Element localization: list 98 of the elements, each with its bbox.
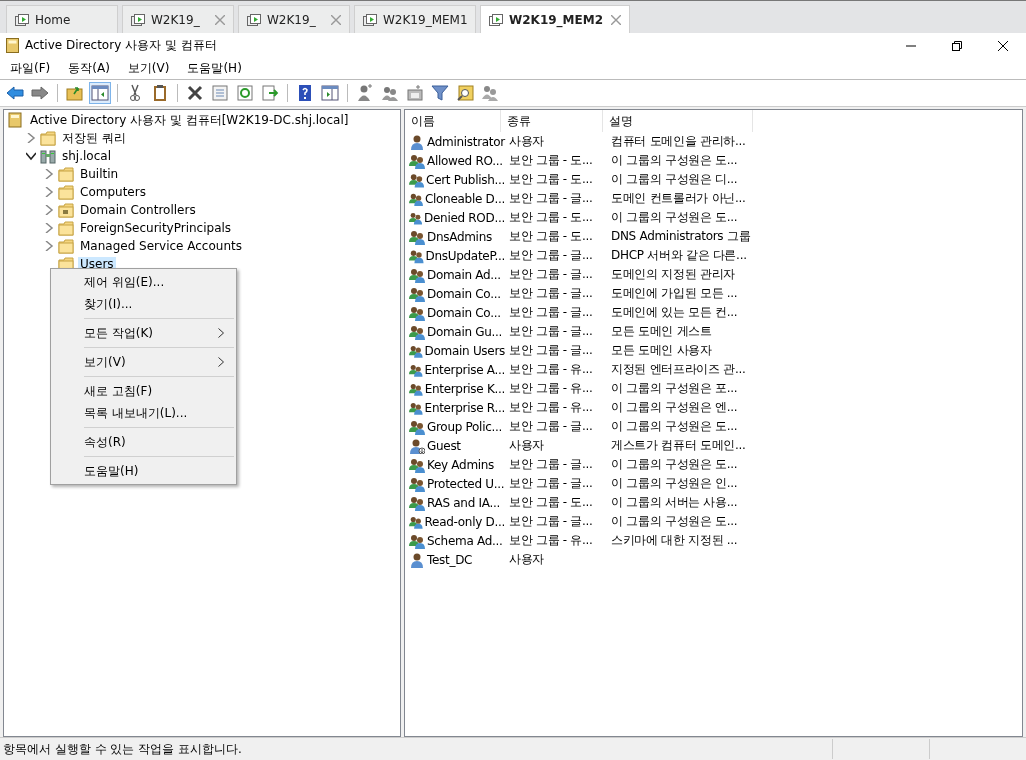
list-item[interactable]: Test_DC	[427, 552, 473, 567]
table-cell: 도메인에 가입된 모든 ...	[611, 285, 738, 302]
list-item[interactable]: Protected U...	[427, 476, 505, 491]
tree-item[interactable]: ForeignSecurityPrincipals	[78, 221, 234, 235]
table-cell: 보안 그룹 - 글...	[509, 342, 593, 359]
table-cell: 도메인 컨트롤러가 아닌...	[611, 190, 746, 207]
table-cell: 모든 도메인 사용자	[611, 342, 712, 359]
table-cell: 보안 그룹 - 글...	[509, 456, 593, 473]
table-cell: 이 그룹의 구성원은 포...	[611, 380, 738, 397]
menu-item[interactable]: 속성(R)	[53, 431, 234, 453]
list-item[interactable]: DnsAdmins	[427, 229, 492, 244]
table-cell: 이 그룹의 구성원은 디...	[611, 171, 738, 188]
table-cell: 사용자	[509, 551, 545, 568]
menu-item[interactable]: 보기(V)	[53, 351, 234, 373]
column-header[interactable]: 설명	[603, 110, 753, 132]
table-cell: 보안 그룹 - 글...	[509, 266, 593, 283]
table-cell: 보안 그룹 - 글...	[509, 418, 593, 435]
table-cell: 도메인에 있는 모든 컨...	[611, 304, 738, 321]
list-item[interactable]: Guest	[427, 438, 461, 453]
window-title: Active Directory 사용자 및 컴퓨터	[25, 37, 218, 54]
table-cell: 모든 도메인 게스트	[611, 323, 712, 340]
table-cell: 이 그룹의 구성원은 엔...	[611, 399, 738, 416]
table-cell: 보안 그룹 - 글...	[509, 247, 593, 264]
table-cell: 게스트가 컴퓨터 도메인...	[611, 437, 746, 454]
menu-item[interactable]: 모든 작업(K)	[53, 322, 234, 344]
table-cell: 보안 그룹 - 글...	[509, 285, 593, 302]
menu-item[interactable]: 도움말(H)	[187, 60, 242, 77]
list-item[interactable]: Domain Co...	[427, 305, 501, 320]
list-item[interactable]: Group Polic...	[427, 419, 502, 434]
menu-item[interactable]: 동작(A)	[68, 60, 110, 77]
column-header[interactable]: 이름	[405, 110, 501, 132]
table-cell: 보안 그룹 - 글...	[509, 190, 593, 207]
table-cell: 보안 그룹 - 글...	[509, 323, 593, 340]
browser-tab[interactable]: W2K19_	[238, 5, 350, 33]
list-item[interactable]: Denied ROD...	[424, 210, 505, 225]
table-cell: 보안 그룹 - 도...	[509, 209, 593, 226]
list-item[interactable]: Cloneable D...	[424, 191, 505, 206]
list-item[interactable]: Administrator	[427, 134, 505, 149]
table-cell: DHCP 서버와 같은 다른...	[611, 247, 747, 264]
menu-item[interactable]: 보기(V)	[127, 60, 170, 77]
list-item[interactable]: Domain Gu...	[427, 324, 503, 339]
list-item[interactable]: Domain Ad...	[427, 267, 501, 282]
list-item[interactable]: Read-only D...	[424, 514, 505, 529]
table-cell: 이 그룹의 구성원은 도...	[611, 456, 738, 473]
list-item[interactable]: Domain Co...	[427, 286, 501, 301]
tree-item[interactable]: shj.local	[60, 149, 113, 163]
tree-item[interactable]: Builtin	[78, 167, 121, 181]
list-item[interactable]: Enterprise R...	[424, 400, 505, 415]
list-item[interactable]: DnsUpdateP...	[425, 248, 505, 263]
table-cell: 컴퓨터 도메인을 관리하...	[611, 133, 746, 150]
tree-item[interactable]: Active Directory 사용자 및 컴퓨터[W2K19-DC.shj.local]	[28, 111, 351, 129]
table-cell: 보안 그룹 - 유...	[509, 532, 593, 549]
table-cell: 도메인의 지정된 관리자	[611, 266, 736, 283]
table-cell: 사용자	[509, 437, 545, 454]
list-item[interactable]: Schema Ad...	[427, 533, 503, 548]
browser-tab[interactable]: Home	[6, 5, 118, 33]
table-cell: 보안 그룹 - 유...	[509, 380, 593, 397]
tree-item[interactable]: 저장된 쿼리	[60, 129, 128, 147]
table-cell: 보안 그룹 - 도...	[509, 228, 593, 245]
list-item[interactable]: RAS and IA...	[427, 495, 500, 510]
status-text: 항목에서 실행할 수 있는 작업을 표시합니다.	[2, 740, 243, 758]
table-cell: 사용자	[509, 133, 545, 150]
table-cell: 지정된 엔터프라이즈 관...	[611, 361, 746, 378]
list-item[interactable]: Allowed RO...	[427, 153, 503, 168]
menu-item[interactable]: 도움말(H)	[53, 460, 234, 482]
menu-item[interactable]: 찾기(I)...	[53, 293, 234, 315]
tree-item[interactable]: Domain Controllers	[78, 203, 198, 217]
table-cell: 스키마에 대한 지정된 ...	[611, 532, 738, 549]
list-item[interactable]: Enterprise A...	[424, 362, 505, 377]
menu-item[interactable]: 목록 내보내기(L)...	[53, 402, 234, 424]
column-header[interactable]: 종류	[501, 110, 603, 132]
menu-item[interactable]: 파일(F)	[10, 60, 51, 77]
table-cell: 이 그룹의 구성원은 도...	[611, 209, 738, 226]
list-item[interactable]: Cert Publish...	[426, 172, 505, 187]
browser-tab[interactable]: W2K19_MEM2	[480, 5, 630, 33]
table-cell: 보안 그룹 - 글...	[509, 513, 593, 530]
table-cell: 이 그룹의 구성원은 도...	[611, 418, 738, 435]
list-item[interactable]: Enterprise K...	[424, 381, 505, 396]
table-cell: 이 그룹의 서버는 사용...	[611, 494, 738, 511]
table-cell: 이 그룹의 구성원은 인...	[611, 475, 738, 492]
table-cell: 보안 그룹 - 도...	[509, 152, 593, 169]
table-cell: 보안 그룹 - 도...	[509, 494, 593, 511]
table-cell: 보안 그룹 - 글...	[509, 304, 593, 321]
menu-item[interactable]: 새로 고침(F)	[53, 380, 234, 402]
table-cell: 이 그룹의 구성원은 도...	[611, 513, 738, 530]
tree-item[interactable]: Computers	[78, 185, 148, 199]
table-cell: DNS Administrators 그룹	[611, 228, 751, 245]
table-cell: 보안 그룹 - 도...	[509, 171, 593, 188]
table-cell: 보안 그룹 - 유...	[509, 361, 593, 378]
list-item[interactable]: Key Admins	[427, 457, 495, 472]
table-cell: 보안 그룹 - 유...	[509, 399, 593, 416]
menu-item[interactable]: 제어 위임(E)...	[53, 271, 234, 293]
browser-tab[interactable]: W2K19_	[122, 5, 234, 33]
browser-tab[interactable]: W2K19_MEM1	[354, 5, 476, 33]
list-item[interactable]: Domain Users	[424, 343, 505, 358]
tree-item[interactable]: Managed Service Accounts	[78, 239, 244, 253]
table-cell: 이 그룹의 구성원은 도...	[611, 152, 738, 169]
table-cell: 보안 그룹 - 글...	[509, 475, 593, 492]
